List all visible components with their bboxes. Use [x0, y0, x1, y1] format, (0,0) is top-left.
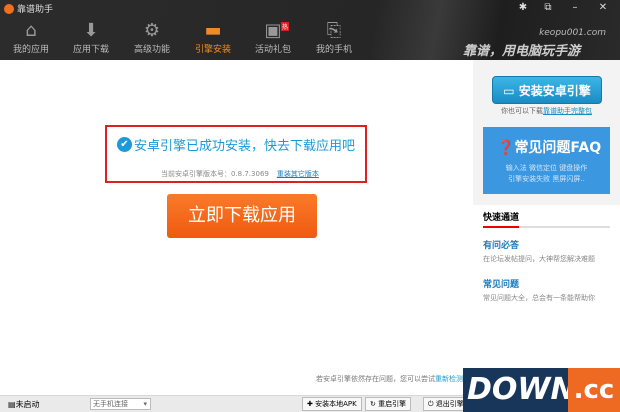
watermark-logo: DOWN .cc	[463, 368, 620, 412]
slogan: 靠谱，用电脑玩手游	[462, 44, 580, 59]
tab-label: 活动礼包	[254, 45, 291, 55]
quick-access-title: 快速通道	[483, 210, 610, 228]
full-package-link[interactable]: 靠谱助手完整包	[543, 107, 592, 115]
quick-link-faq[interactable]: 常见问题常见问题大全，总会有一条能帮助你	[483, 277, 613, 303]
quick-link-qa[interactable]: 有问必答在论坛发帖提问，大神帮您解决难题	[483, 238, 613, 264]
engine-status-text: 未启动	[15, 400, 40, 409]
tab-label: 应用下载	[72, 45, 109, 55]
success-box: ✔ 安卓引擎已成功安装，快去下载应用吧 当前安卓引擎版本号：0.8.7.3069 重…	[105, 125, 367, 183]
download-box-icon: ⬇	[83, 20, 99, 41]
faq-topics: 输入法 微信定位 键盘操作 引擎安装失败 黑屏闪屏..	[483, 163, 610, 185]
phone-select-value: 无手机连接	[93, 400, 128, 408]
faq-banner[interactable]: ❓常见问题FAQ 输入法 微信定位 键盘操作 引擎安装失败 黑屏闪屏..	[483, 127, 610, 194]
hint-text: 若安卓引擎依然存在问题，您可以尝试	[316, 375, 435, 383]
success-text: 安卓引擎已成功安装，快去下载应用吧	[134, 139, 356, 154]
faq-line: 引擎安装失败 黑屏闪屏..	[508, 175, 585, 183]
header: 靠谱助手 ✱ ⧉ – ✕ ⌂ 我的应用 ⬇ 应用下载 ⚙ 高级功能 ▬ 引擎安装 ▣ 热活…	[0, 0, 620, 60]
restart-label: 重启引擎	[378, 400, 407, 408]
install-engine-label: 安装安卓引擎	[518, 84, 591, 98]
exit-phone-icon: ⎘	[326, 20, 342, 41]
success-message: ✔ 安卓引擎已成功安装，快去下载应用吧	[117, 135, 355, 154]
tab-my-apps[interactable]: ⌂ 我的应用	[3, 20, 59, 58]
faq-line: 输入法 微信定位 键盘操作	[505, 164, 588, 172]
app-title-text: 靠谱助手	[17, 5, 54, 15]
power-icon: ⏻	[428, 400, 436, 408]
site-url: keopu001.com	[539, 28, 606, 38]
logo-icon	[4, 3, 14, 14]
download-apps-button[interactable]: 立即下载应用	[167, 194, 317, 238]
tab-app-download[interactable]: ⬇ 应用下载	[63, 20, 119, 58]
watermark-right: .cc	[568, 368, 620, 412]
sidebar: ▭ 安装安卓引擎 你也可以下载靠谱助手完整包 ❓常见问题FAQ 输入法 微信定位 …	[473, 60, 620, 395]
exit-label: 退出引擎	[435, 400, 464, 408]
minimize-button[interactable]: –	[564, 0, 586, 16]
refresh-icon: ↻	[370, 400, 379, 408]
version-info: 当前安卓引擎版本号：0.8.7.3069 重装其它版本	[161, 169, 319, 179]
check-icon: ✔	[117, 137, 132, 152]
faq-title: ❓常见问题FAQ	[497, 137, 610, 157]
tab-label: 我的应用	[12, 45, 49, 55]
gears-icon: ⚙	[143, 20, 161, 41]
recheck-link[interactable]: 重新检测	[435, 375, 463, 383]
tab-engine-install[interactable]: ▬ 引擎安装	[185, 20, 241, 58]
tab-label: 我的手机	[315, 45, 352, 55]
hot-badge: 热	[280, 22, 289, 31]
also-text: 你也可以下载	[501, 107, 543, 115]
quick-link-desc: 在论坛发帖提问，大神帮您解决难题	[483, 255, 595, 263]
gift-icon: ▣	[264, 20, 282, 41]
close-button[interactable]: ✕	[592, 0, 614, 16]
question-icon: ❓	[497, 140, 515, 156]
also-download: 你也可以下载靠谱助手完整包	[473, 106, 620, 116]
install-apk-label: 安装本地APK	[315, 400, 357, 408]
quick-link-title[interactable]: 有问必答	[483, 238, 613, 251]
watermark-left: DOWN	[463, 368, 576, 412]
quick-link-desc: 常见问题大全，总会有一条能帮助你	[483, 294, 595, 302]
restart-engine-button[interactable]: ↻ 重启引擎	[365, 397, 412, 411]
drive-icon: ▭	[503, 84, 519, 98]
install-apk-button[interactable]: ✚ 安装本地APK	[302, 397, 362, 411]
engine-status: ▤未启动	[8, 399, 40, 410]
app-title: 靠谱助手	[4, 2, 53, 15]
home-icon: ⌂	[25, 20, 37, 41]
faq-title-text: 常见问题FAQ	[514, 140, 602, 156]
chevron-down-icon: ▾	[143, 400, 147, 408]
tab-label: 引擎安装	[194, 45, 231, 55]
quick-link-title[interactable]: 常见问题	[483, 277, 613, 290]
tab-label: 高级功能	[133, 45, 170, 55]
version-label: 当前安卓引擎版本号：0.8.7.3069	[161, 170, 269, 178]
phone-select[interactable]: 无手机连接 ▾	[90, 398, 151, 410]
hint: 若安卓引擎依然存在问题，您可以尝试重新检测	[316, 374, 463, 384]
plus-icon: ✚	[307, 400, 316, 408]
drive-icon: ▬	[204, 20, 222, 41]
install-engine-button[interactable]: ▭ 安装安卓引擎	[492, 76, 602, 104]
phone-icon: ▤	[8, 400, 16, 409]
exit-engine-button[interactable]: ⏻ 退出引擎	[423, 397, 469, 411]
restore-button[interactable]: ⧉	[537, 0, 559, 16]
tab-gifts[interactable]: ▣ 热活动礼包	[245, 20, 301, 58]
tab-my-phone[interactable]: ⎘ 我的手机	[306, 20, 362, 58]
reinstall-link[interactable]: 重装其它版本	[277, 170, 319, 178]
settings-button[interactable]: ✱	[512, 0, 534, 16]
tab-advanced[interactable]: ⚙ 高级功能	[124, 20, 180, 58]
